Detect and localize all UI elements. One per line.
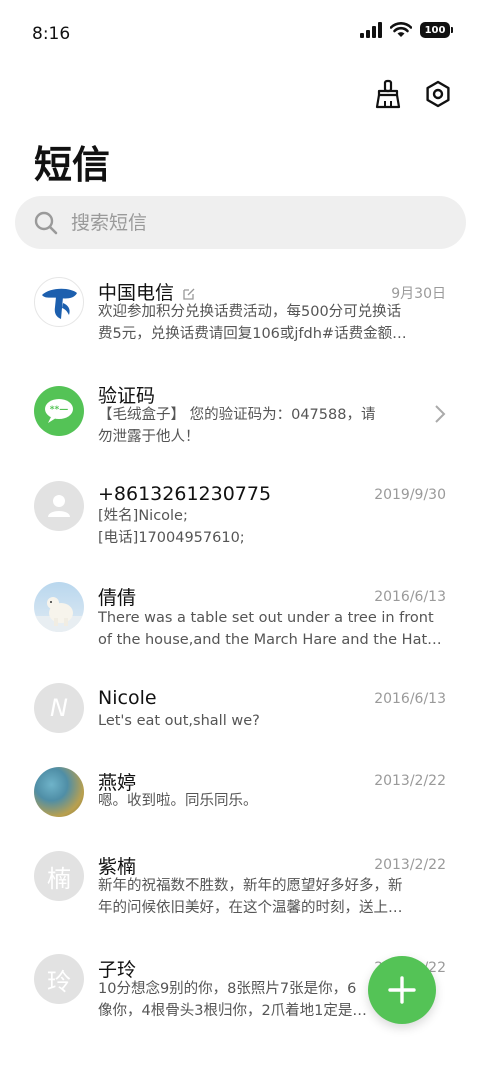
conversation-date: 9月30日 <box>391 286 446 302</box>
compose-button[interactable] <box>368 956 436 1024</box>
message-bubble-icon: **— <box>45 399 73 423</box>
conversation-row[interactable]: **— 验证码 【毛绒盒子】 您的验证码为：047588，请 勿泄露于他人！ <box>0 365 480 465</box>
page-title: 短信 <box>34 143 111 187</box>
polar-bear-icon <box>34 597 84 632</box>
avatar <box>34 277 84 327</box>
conversation-row[interactable]: +8613261230775 2019/9/30 [姓名]Nicole; [电话… <box>0 465 480 567</box>
conversation-name: +8613261230775 <box>98 483 272 505</box>
battery-icon: 100 <box>420 22 453 38</box>
avatar-photo <box>34 582 84 632</box>
conversation-date: 2013/2/22 <box>374 857 446 873</box>
conversation-preview: There was a table set out under a tree i… <box>98 610 444 648</box>
broom-icon[interactable] <box>372 78 404 110</box>
conversation-name: 倩倩 <box>98 587 137 609</box>
conversation-row[interactable]: 燕婷 2013/2/22 嗯。收到啦。同乐同乐。 <box>0 749 480 835</box>
svg-text:**—: **— <box>50 405 68 415</box>
plus-icon <box>388 976 416 1004</box>
status-icons: 100 <box>360 22 453 38</box>
avatar-photo <box>34 767 84 817</box>
wifi-icon <box>390 22 412 37</box>
avatar-letter: 楠 <box>34 851 84 901</box>
conversation-preview: 嗯。收到啦。同乐同乐。 <box>98 793 258 809</box>
conversation-row[interactable]: 中国电信 9月30日 欢迎参加积分兑换话费活动，每500分可兑换话 费5元，兑换… <box>0 262 480 365</box>
conversation-preview: 新年的祝福数不胜数，新年的愿望好多好多，新 年的问候依旧美好，在这个温馨的时刻，… <box>98 878 403 916</box>
search-icon <box>34 211 58 234</box>
avatar: **— <box>34 386 84 436</box>
conversation-row[interactable]: 倩倩 2016/6/13 There was a table set out u… <box>0 567 480 667</box>
avatar <box>34 481 84 531</box>
person-icon <box>48 495 70 517</box>
conversation-row[interactable]: N Nicole 2016/6/13 Let's eat out,shall w… <box>0 667 480 749</box>
conversation-list: 中国电信 9月30日 欢迎参加积分兑换话费活动，每500分可兑换话 费5元，兑换… <box>0 262 480 1028</box>
conversation-date: 2019/9/30 <box>374 487 446 503</box>
search-bar[interactable] <box>15 196 466 249</box>
conversation-preview: Let's eat out,shall we? <box>98 713 260 729</box>
conversation-preview: 欢迎参加积分兑换话费活动，每500分可兑换话 费5元，兑换话费请回复106或jf… <box>98 304 407 342</box>
signal-icon <box>360 22 382 38</box>
china-telecom-logo-icon <box>42 288 77 319</box>
conversation-date: 2016/6/13 <box>374 589 446 605</box>
avatar-letter: N <box>34 683 84 733</box>
conversation-date: 2013/2/22 <box>374 773 446 789</box>
status-bar: 8:16 100 <box>0 0 480 70</box>
status-time: 8:16 <box>32 24 71 44</box>
edit-icon <box>183 288 195 300</box>
settings-icon[interactable] <box>422 78 454 110</box>
conversation-date: 2016/6/13 <box>374 691 446 707</box>
conversation-preview: [姓名]Nicole; [电话]17004957610; <box>98 508 245 546</box>
search-input[interactable] <box>71 211 411 234</box>
top-actions <box>372 78 454 110</box>
avatar-letter: 玲 <box>34 954 84 1004</box>
conversation-name: Nicole <box>98 687 157 709</box>
conversation-preview: 【毛绒盒子】 您的验证码为：047588，请 勿泄露于他人！ <box>98 407 376 445</box>
conversation-row[interactable]: 楠 紫楠 2013/2/22 新年的祝福数不胜数，新年的愿望好多好多，新 年的问… <box>0 835 480 938</box>
